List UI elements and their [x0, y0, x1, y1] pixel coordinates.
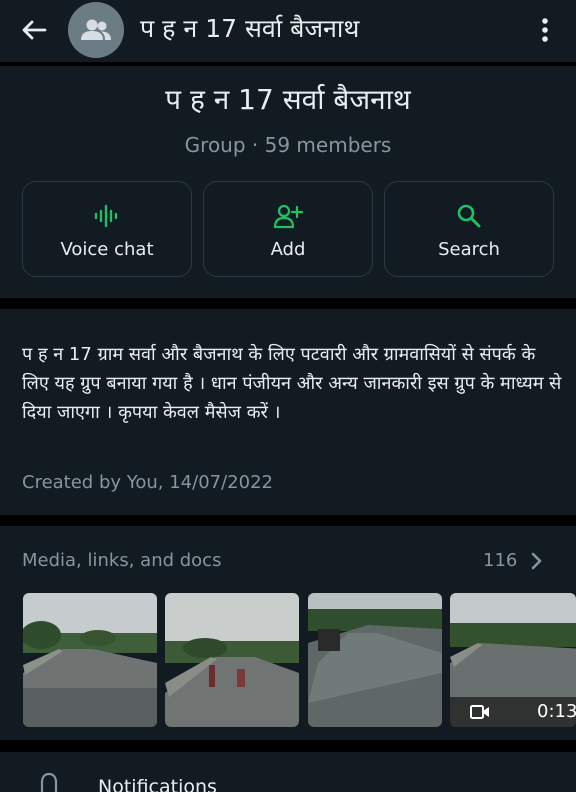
- video-duration: 0:13: [537, 701, 576, 722]
- group-icon: [81, 19, 111, 40]
- video-camera-icon: [470, 702, 490, 722]
- add-label: Add: [270, 239, 306, 260]
- arrow-left-icon[interactable]: [14, 12, 54, 48]
- media-thumbnail[interactable]: [165, 593, 299, 727]
- notifications-label: Notifications: [98, 776, 217, 792]
- group-description: प ह न 17 ग्राम सर्वा और बैजनाथ के लिए पट…: [22, 344, 562, 423]
- media-thumbnail[interactable]: [23, 593, 157, 727]
- add-member-button[interactable]: Add: [203, 181, 373, 277]
- search-icon: [385, 202, 553, 230]
- media-count[interactable]: 116: [483, 548, 517, 574]
- search-button[interactable]: Search: [384, 181, 554, 277]
- media-thumbnail[interactable]: [308, 593, 442, 727]
- group-avatar[interactable]: [68, 2, 124, 58]
- more-vertical-icon[interactable]: [528, 10, 562, 50]
- media-section-title[interactable]: Media, links, and docs: [22, 548, 221, 574]
- created-info: Created by You, 14/07/2022: [22, 472, 273, 493]
- voice-chat-button[interactable]: Voice chat: [22, 181, 192, 277]
- notifications-row[interactable]: [0, 752, 576, 792]
- search-label: Search: [438, 239, 500, 260]
- voice-chat-icon: [23, 202, 191, 230]
- voice-chat-label: Voice chat: [60, 239, 154, 260]
- chevron-right-icon[interactable]: [528, 550, 546, 572]
- group-name: प ह न 17 सर्वा बैजनाथ: [165, 83, 411, 116]
- video-thumbnail[interactable]: 0:13: [450, 593, 576, 727]
- top-app-bar: प ह न 17 सर्वा बैजनाथ: [0, 0, 576, 62]
- group-subtitle: Group · 59 members: [184, 133, 392, 157]
- bell-icon: [36, 772, 62, 792]
- header-title[interactable]: प ह न 17 सर्वा बैजनाथ: [140, 12, 359, 46]
- add-person-icon: [204, 202, 372, 230]
